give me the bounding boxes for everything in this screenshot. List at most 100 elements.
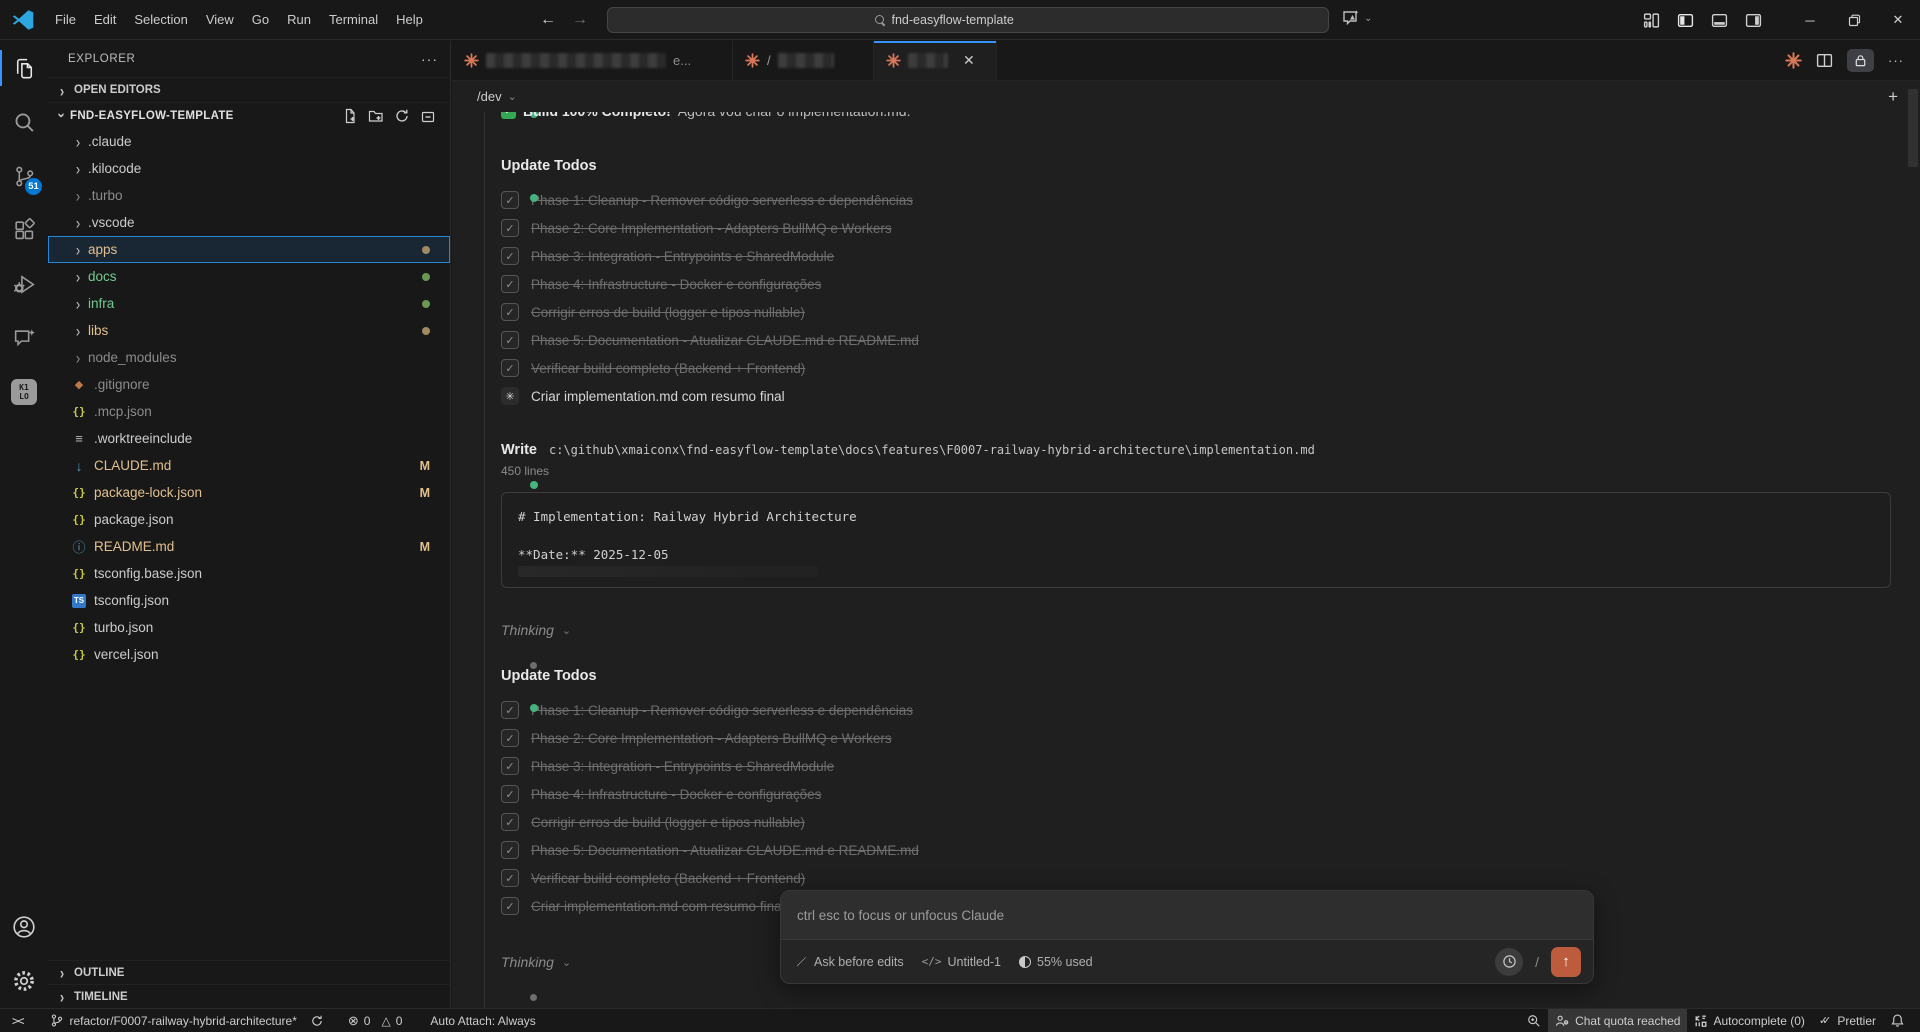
checkbox-checked-icon: ✓: [501, 869, 519, 887]
tree-item-worktreeinclude[interactable]: ≡.worktreeinclude: [48, 425, 450, 452]
activity-chat-icon[interactable]: [0, 311, 48, 365]
tree-item-infra-folder[interactable]: ›infra: [48, 290, 450, 317]
todo-item: ✓Verificar build completo (Backend + Fro…: [501, 354, 1920, 382]
command-center-search[interactable]: [607, 7, 1329, 33]
activity-extensions-icon[interactable]: [0, 203, 48, 257]
chat-quota-item[interactable]: Chat quota reached: [1548, 1009, 1687, 1032]
tab-label-prefix: /: [767, 53, 771, 68]
outline-section[interactable]: › OUTLINE: [48, 960, 450, 984]
toggle-panel-icon[interactable]: [1702, 0, 1736, 40]
split-editor-icon[interactable]: [1816, 52, 1833, 69]
tree-item-turbo-folder[interactable]: ›.turbo: [48, 182, 450, 209]
editor-group: e... / ✕ ··· /dev ⌄: [452, 41, 1920, 1008]
nav-forward-icon[interactable]: →: [572, 11, 588, 29]
tree-item-mcp-json[interactable]: {}.mcp.json: [48, 398, 450, 425]
editor-scrollbar[interactable]: [1908, 89, 1918, 167]
thinking-toggle[interactable]: Thinking ⌄: [501, 622, 1920, 638]
customize-layout-icon[interactable]: [1634, 0, 1668, 40]
git-branch-item[interactable]: refactor/F0007-railway-hybrid-architectu…: [43, 1009, 330, 1032]
tree-item-readme-md[interactable]: ⓘREADME.mdM: [48, 533, 450, 560]
lock-icon: [1853, 53, 1868, 68]
restore-button[interactable]: [1832, 0, 1876, 40]
activity-kilocode-icon[interactable]: K1LO: [0, 365, 48, 419]
edit-mode-selector[interactable]: Ask before edits: [795, 955, 904, 969]
menu-selection[interactable]: Selection: [125, 8, 196, 31]
autocomplete-item[interactable]: Autocomplete (0): [1687, 1009, 1811, 1032]
tree-item-apps-folder[interactable]: ›apps: [48, 236, 450, 263]
auto-attach-item[interactable]: Auto Attach: Always: [423, 1009, 542, 1032]
tree-item-vscode-folder[interactable]: ›.vscode: [48, 209, 450, 236]
write-file-path[interactable]: c:\github\xmaiconx\fnd-easyflow-template…: [549, 443, 1315, 457]
notifications-bell-icon[interactable]: [1883, 1009, 1912, 1032]
explorer-more-actions-icon[interactable]: ···: [421, 51, 438, 67]
checkbox-checked-icon: ✓: [501, 331, 519, 349]
kilocode-status-icon: [1694, 1014, 1708, 1028]
breadcrumb[interactable]: /dev ⌄ +: [452, 81, 1920, 112]
tab-2[interactable]: /: [733, 41, 874, 80]
settings-gear-icon[interactable]: [0, 954, 48, 1008]
nav-back-icon[interactable]: ←: [540, 11, 556, 29]
context-file-chip[interactable]: </> Untitled-1: [922, 955, 1001, 969]
menu-help[interactable]: Help: [387, 8, 432, 31]
menu-view[interactable]: View: [197, 8, 243, 31]
tree-item-tsconfig-json[interactable]: TStsconfig.json: [48, 587, 450, 614]
problems-item[interactable]: ⊗ 0 △ 0: [341, 1009, 410, 1032]
account-icon[interactable]: [0, 900, 48, 954]
editor-lock-toggle[interactable]: [1847, 49, 1874, 72]
tree-item-claude-md[interactable]: ↓CLAUDE.mdM: [48, 452, 450, 479]
refresh-icon[interactable]: [394, 108, 410, 124]
activity-run-debug-icon[interactable]: [0, 257, 48, 311]
tree-item-claude-folder[interactable]: ›.claude: [48, 128, 450, 155]
slash-command-hint[interactable]: /: [1535, 954, 1539, 970]
remote-indicator[interactable]: ><: [0, 1009, 29, 1032]
tree-item-libs-folder[interactable]: ›libs: [48, 317, 450, 344]
copilot-menu[interactable]: ⌄: [1341, 8, 1372, 28]
tree-item-node-modules-folder[interactable]: ›node_modules: [48, 344, 450, 371]
tab-1[interactable]: e...: [452, 41, 733, 80]
more-actions-icon[interactable]: ···: [1888, 53, 1904, 68]
timeline-section[interactable]: › TIMELINE: [48, 984, 450, 1008]
tree-item-docs-folder[interactable]: ›docs: [48, 263, 450, 290]
zoom-status-icon[interactable]: [1520, 1009, 1548, 1032]
workspace-root-row[interactable]: › FND-EASYFLOW-TEMPLATE: [48, 102, 450, 128]
toggle-secondary-sidebar-icon[interactable]: [1736, 0, 1770, 40]
send-button[interactable]: ↑: [1551, 947, 1581, 977]
minimize-button[interactable]: ─: [1788, 0, 1832, 40]
activity-source-control-icon[interactable]: 51: [0, 149, 48, 203]
menu-file[interactable]: File: [46, 8, 85, 31]
todos-title: Update Todos: [501, 158, 1920, 174]
tab-3-active[interactable]: ✕: [874, 41, 997, 80]
history-button[interactable]: [1495, 948, 1523, 976]
claude-asterisk-icon[interactable]: [1785, 52, 1802, 69]
formatter-item[interactable]: ✓✓ Prettier: [1812, 1009, 1883, 1032]
tree-item-kilocode-folder[interactable]: ›.kilocode: [48, 155, 450, 182]
menu-go[interactable]: Go: [243, 8, 278, 31]
breadcrumb-item[interactable]: /dev: [477, 89, 502, 104]
faded-code-line: [518, 566, 818, 577]
tree-item-vercel-json[interactable]: {}vercel.json: [48, 641, 450, 668]
search-input[interactable]: [892, 13, 1062, 27]
toggle-primary-sidebar-icon[interactable]: [1668, 0, 1702, 40]
tree-item-package-json[interactable]: {}package.json: [48, 506, 450, 533]
checkbox-checked-icon: ✓: [501, 757, 519, 775]
claude-prompt-input[interactable]: ctrl esc to focus or unfocus Claude: [781, 891, 1593, 940]
todo-item: ✓Corrigir erros de build (logger e tipos…: [501, 298, 1920, 326]
double-check-icon: ✓✓: [1819, 1014, 1825, 1027]
activity-explorer-icon[interactable]: [0, 41, 48, 95]
collapse-folders-icon[interactable]: [420, 108, 436, 124]
close-tab-icon[interactable]: ✕: [963, 52, 975, 69]
new-folder-icon[interactable]: [368, 108, 384, 124]
sidebar-title: EXPLORER: [68, 53, 135, 65]
tree-item-turbo-json[interactable]: {}turbo.json: [48, 614, 450, 641]
menu-run[interactable]: Run: [278, 8, 320, 31]
menu-edit[interactable]: Edit: [85, 8, 125, 31]
close-window-button[interactable]: ✕: [1876, 0, 1920, 40]
activity-search-icon[interactable]: [0, 95, 48, 149]
new-file-icon[interactable]: [342, 108, 358, 124]
menu-terminal[interactable]: Terminal: [320, 8, 387, 31]
todo-item: ✓Phase 5: Documentation - Atualizar CLAU…: [501, 836, 1920, 864]
tree-item-tsconfig-base-json[interactable]: {}tsconfig.base.json: [48, 560, 450, 587]
tree-item-package-lock-json[interactable]: {}package-lock.jsonM: [48, 479, 450, 506]
tree-item-gitignore[interactable]: ◆.gitignore: [48, 371, 450, 398]
open-editors-section[interactable]: › OPEN EDITORS: [48, 77, 450, 102]
